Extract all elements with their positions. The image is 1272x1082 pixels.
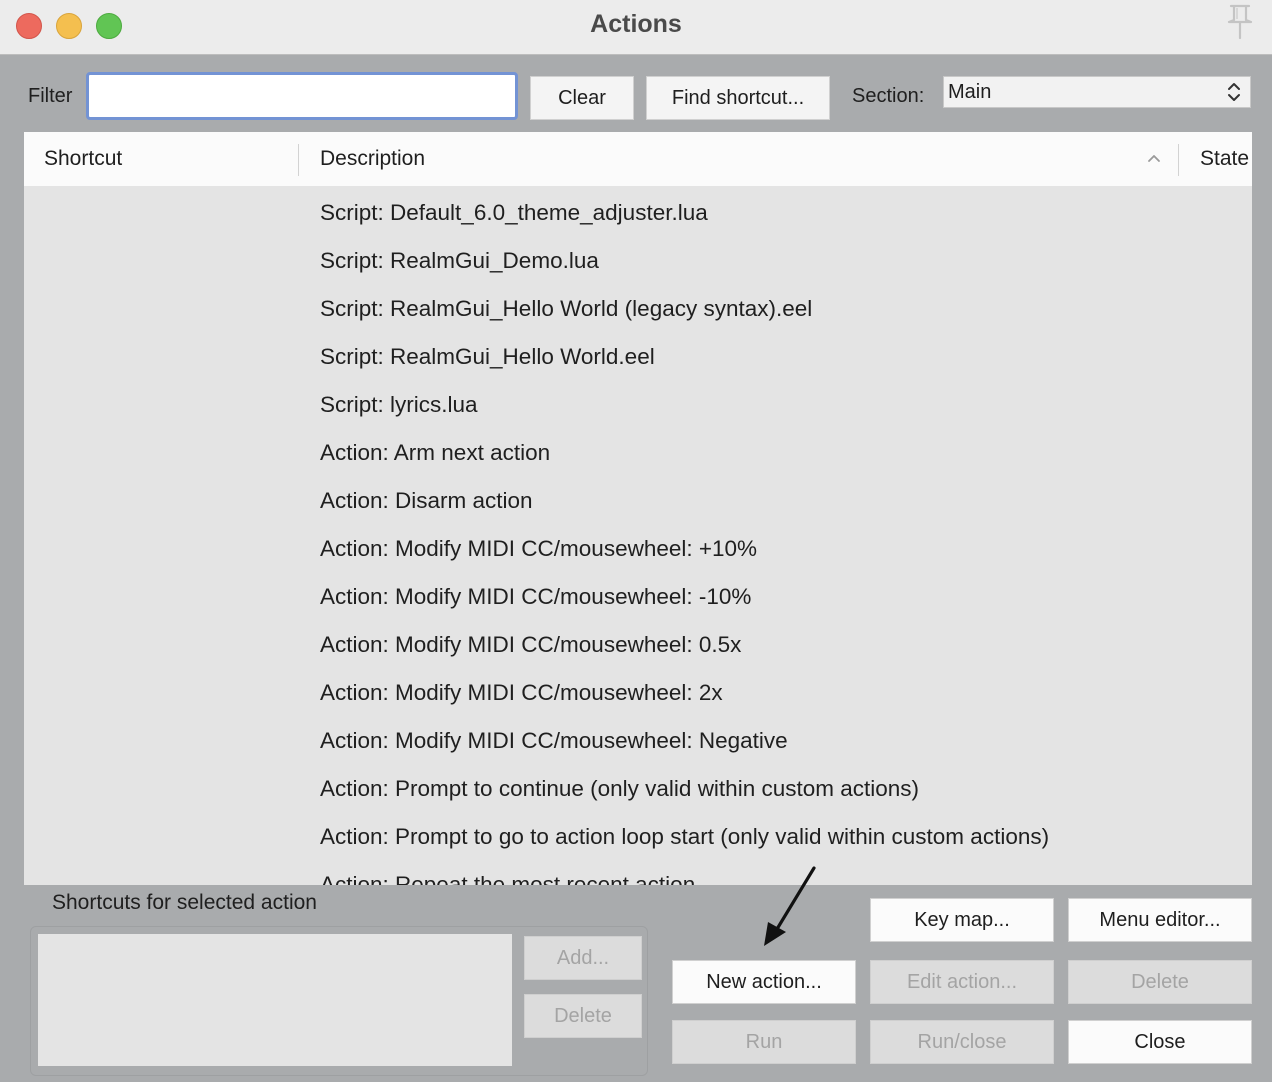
key-map-button[interactable]: Key map... <box>870 898 1054 942</box>
table-row[interactable]: Script: RealmGui_Demo.lua <box>24 238 1252 286</box>
table-row[interactable]: Action: Prompt to continue (only valid w… <box>24 766 1252 814</box>
column-divider[interactable] <box>298 144 299 176</box>
sort-ascending-icon <box>1148 155 1160 162</box>
row-description: Action: Modify MIDI CC/mousewheel: Negat… <box>320 728 788 753</box>
row-description: Action: Prompt to continue (only valid w… <box>320 776 920 801</box>
row-description: Action: Modify MIDI CC/mousewheel: +10% <box>320 536 758 561</box>
row-description: Script: RealmGui_Demo.lua <box>320 248 599 273</box>
annotation-arrow-icon <box>764 866 816 946</box>
table-row[interactable]: Script: lyrics.lua <box>24 382 1252 430</box>
column-divider[interactable] <box>1178 144 1179 176</box>
menu-editor-button[interactable]: Menu editor... <box>1068 898 1252 942</box>
close-button[interactable]: Close <box>1068 1020 1252 1064</box>
pin-icon[interactable] <box>1222 2 1258 40</box>
column-header-shortcut[interactable]: Shortcut <box>44 147 122 171</box>
section-select[interactable]: Main <box>943 76 1251 108</box>
clear-button[interactable]: Clear <box>530 76 634 120</box>
delete-shortcut-button[interactable]: Delete <box>524 994 642 1038</box>
shortcuts-panel-title: Shortcuts for selected action <box>52 891 317 914</box>
row-description: Action: Modify MIDI CC/mousewheel: 2x <box>320 680 723 705</box>
row-description: Script: Default_6.0_theme_adjuster.lua <box>320 200 708 225</box>
edit-action-button[interactable]: Edit action... <box>870 960 1054 1004</box>
column-header-description[interactable]: Description <box>320 147 425 171</box>
shortcuts-list[interactable] <box>38 934 512 1066</box>
row-description: Action: Disarm action <box>320 488 533 513</box>
section-label: Section: <box>852 85 925 107</box>
updown-chevron-icon <box>1228 83 1240 101</box>
row-description: Script: RealmGui_Hello World.eel <box>320 344 655 369</box>
window-title: Actions <box>590 10 682 38</box>
filter-label: Filter <box>28 85 73 107</box>
table-row[interactable]: Action: Modify MIDI CC/mousewheel: 0.5x <box>24 622 1252 670</box>
table-row[interactable]: Action: Arm next action <box>24 430 1252 478</box>
table-row[interactable]: Action: Repeat the most recent action <box>24 862 1252 885</box>
section-value: Main <box>948 81 992 103</box>
delete-action-button[interactable]: Delete <box>1068 960 1252 1004</box>
run-button[interactable]: Run <box>672 1020 856 1064</box>
table-row[interactable]: Script: RealmGui_Hello World (legacy syn… <box>24 286 1252 334</box>
list-header: Shortcut Description State <box>24 132 1252 186</box>
table-row[interactable]: Action: Modify MIDI CC/mousewheel: -10% <box>24 574 1252 622</box>
row-description: Action: Arm next action <box>320 440 551 465</box>
table-row[interactable]: Action: Disarm action <box>24 478 1252 526</box>
row-description: Action: Prompt to go to action loop star… <box>320 824 1050 849</box>
actions-list[interactable]: Shortcut Description State Script: Defau… <box>24 132 1252 885</box>
add-shortcut-button[interactable]: Add... <box>524 936 642 980</box>
table-row[interactable]: Script: Default_6.0_theme_adjuster.lua <box>24 190 1252 238</box>
table-row[interactable]: Action: Modify MIDI CC/mousewheel: Negat… <box>24 718 1252 766</box>
row-description: Action: Modify MIDI CC/mousewheel: -10% <box>320 584 752 609</box>
filter-input[interactable] <box>86 72 518 120</box>
table-row[interactable]: Script: RealmGui_Hello World.eel <box>24 334 1252 382</box>
table-row[interactable]: Action: Modify MIDI CC/mousewheel: 2x <box>24 670 1252 718</box>
column-header-state[interactable]: State <box>1200 147 1249 171</box>
table-row[interactable]: Action: Modify MIDI CC/mousewheel: +10% <box>24 526 1252 574</box>
row-description: Script: lyrics.lua <box>320 392 478 417</box>
new-action-button[interactable]: New action... <box>672 960 856 1004</box>
table-row[interactable]: Action: Prompt to go to action loop star… <box>24 814 1252 862</box>
row-description: Action: Repeat the most recent action <box>320 872 696 885</box>
run-close-button[interactable]: Run/close <box>870 1020 1054 1064</box>
row-description: Script: RealmGui_Hello World (legacy syn… <box>320 296 813 321</box>
find-shortcut-button[interactable]: Find shortcut... <box>646 76 830 120</box>
row-description: Action: Modify MIDI CC/mousewheel: 0.5x <box>320 632 742 657</box>
title-bar: Actions <box>0 0 1272 55</box>
